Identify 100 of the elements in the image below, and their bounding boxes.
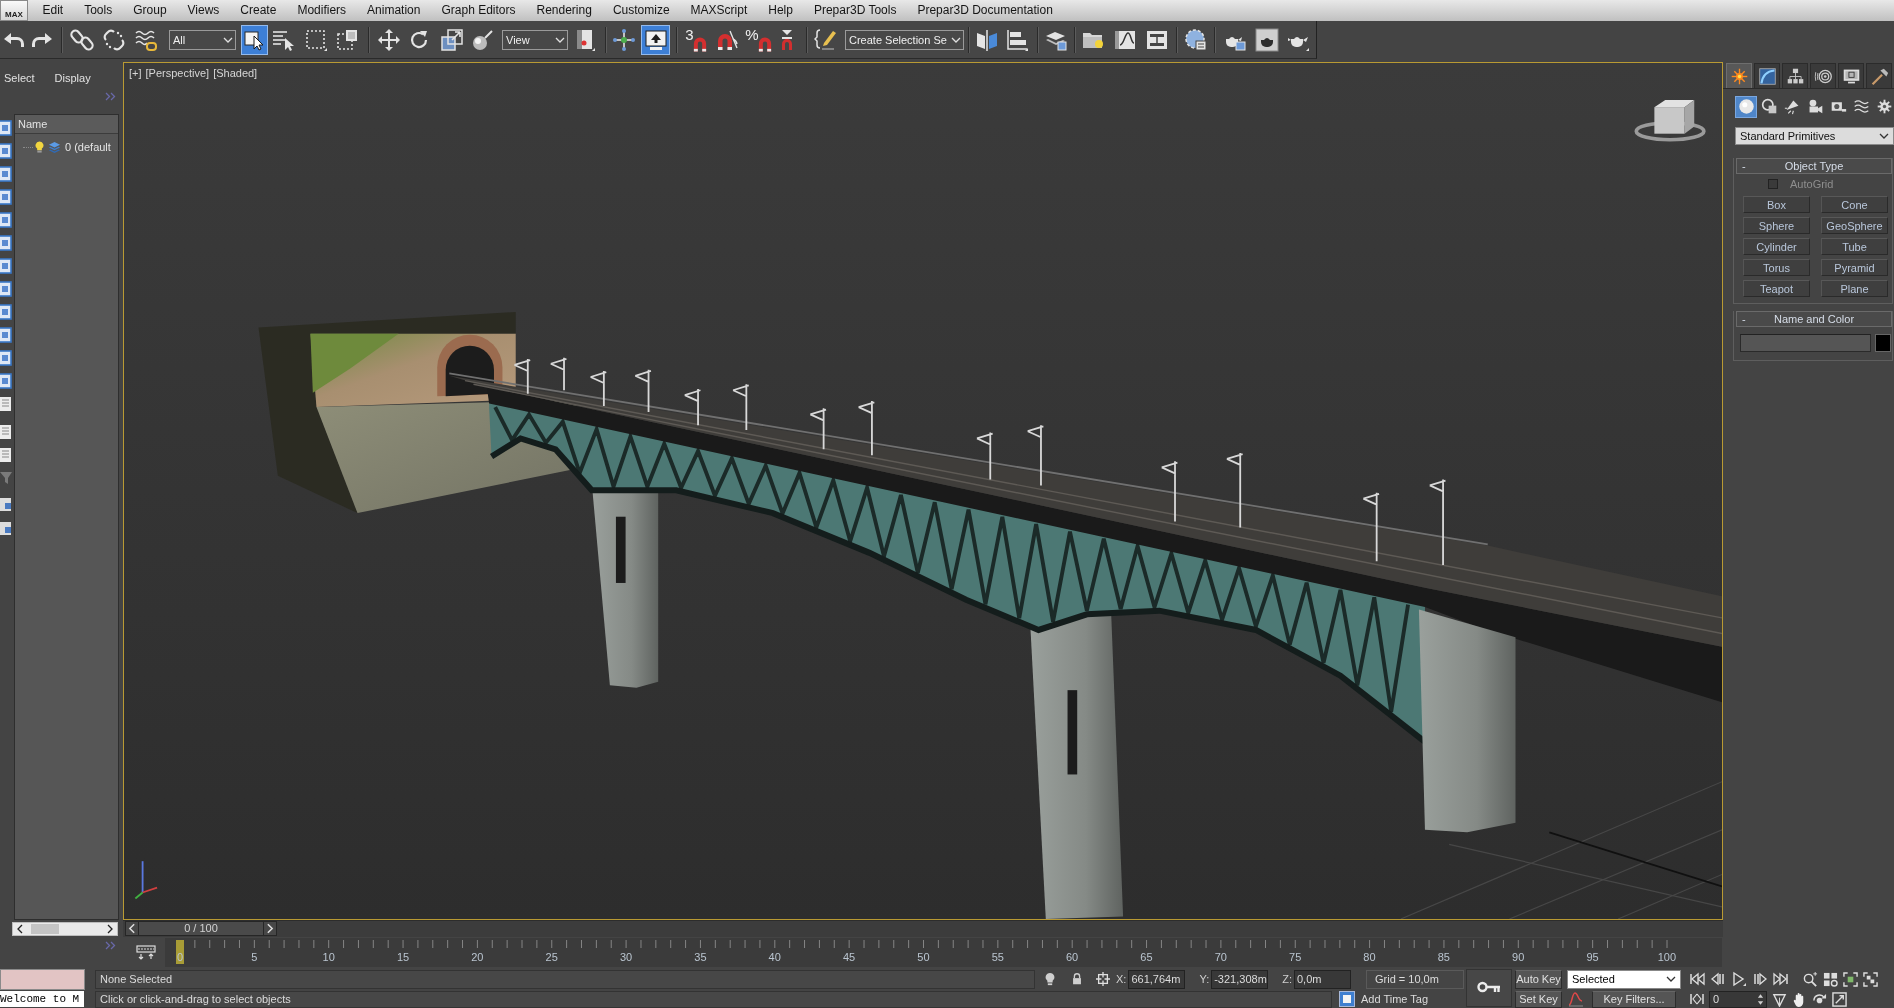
object-type-button[interactable]: GeoSphere — [1821, 217, 1888, 234]
menu-item[interactable]: Create — [229, 0, 287, 21]
time-slider-thumb[interactable]: 0 / 100 — [139, 921, 263, 936]
rollout-header[interactable]: - Object Type — [1736, 158, 1892, 174]
object-type-button[interactable]: Cylinder — [1743, 238, 1810, 255]
window-crossing-icon[interactable] — [336, 27, 360, 52]
command-panel-tab[interactable] — [1810, 63, 1836, 88]
select-object-button[interactable] — [241, 24, 268, 55]
object-type-button[interactable]: Cone — [1821, 196, 1888, 213]
menu-item[interactable]: Graph Editors — [430, 0, 526, 21]
table-icon[interactable] — [0, 521, 12, 537]
menu-item[interactable]: Views — [177, 0, 230, 21]
menu-item[interactable]: Rendering — [526, 0, 603, 21]
menu-item[interactable]: MAXScript — [680, 0, 758, 21]
skip-to-start-icon[interactable] — [1689, 971, 1705, 987]
teapot-frame-icon[interactable] — [1254, 27, 1279, 52]
add-time-tag-link[interactable]: Add Time Tag — [1361, 993, 1429, 1005]
time-slider[interactable]: 0 / 100 — [123, 920, 1723, 937]
field-of-view-icon[interactable] — [1772, 991, 1787, 1007]
crosshair-icon[interactable] — [1096, 972, 1110, 986]
listener-output[interactable]: Welcome to M — [0, 991, 84, 1007]
brace-pencil-icon[interactable] — [813, 27, 838, 52]
menu-item[interactable]: Prepar3D Documentation — [906, 0, 1064, 21]
document-icon[interactable] — [0, 396, 12, 412]
next-frame-icon[interactable] — [1752, 971, 1768, 987]
set-key-toggle[interactable] — [1466, 969, 1512, 1007]
color-swatch[interactable] — [1875, 334, 1891, 352]
sphere-pin-icon[interactable] — [471, 27, 495, 52]
previous-frame-icon[interactable] — [1710, 971, 1726, 987]
chevron-left-icon[interactable] — [125, 921, 139, 936]
menu-item[interactable]: Display — [54, 72, 91, 84]
viewport-label[interactable]: [Shaded] — [213, 67, 258, 79]
document-icon[interactable] — [0, 447, 12, 463]
object-type-button[interactable]: Box — [1743, 196, 1810, 213]
category-dropdown[interactable]: Standard Primitives — [1735, 127, 1894, 145]
key-mode-dropdown[interactable]: Selected — [1567, 969, 1681, 989]
horizontal-scrollbar[interactable] — [12, 921, 118, 936]
zoom-extents-icon[interactable] — [1843, 971, 1858, 987]
play-icon[interactable] — [1731, 971, 1747, 987]
scrollbar-thumb[interactable] — [31, 923, 59, 934]
category-button[interactable] — [1735, 95, 1757, 118]
zoom-icon[interactable] — [1803, 971, 1818, 987]
time-marker[interactable] — [176, 940, 184, 964]
lightbulb-icon[interactable] — [1043, 972, 1057, 986]
set-key-button[interactable]: Set Key — [1515, 990, 1562, 1008]
object-type-button[interactable]: Tube — [1821, 238, 1888, 255]
track-bar[interactable]: 0 5 10 15 20 25 30 35 40 45 50 55 60 65 70 75 80 85 90 95 100 — [165, 938, 1722, 967]
coordinate-field[interactable]: 0,0m — [1294, 969, 1351, 989]
skip-to-end-icon[interactable] — [1773, 971, 1789, 987]
viewport-label[interactable]: [+] — [129, 67, 142, 79]
command-panel-tab[interactable] — [1782, 63, 1808, 88]
key-mode-icon[interactable] — [1689, 991, 1705, 1007]
object-type-button[interactable]: Pyramid — [1821, 259, 1888, 276]
coordinate-field[interactable]: 661,764m — [1128, 969, 1186, 989]
menu-item[interactable]: Edit — [32, 0, 74, 21]
broken-chain-icon[interactable] — [101, 27, 126, 52]
chain-link-icon[interactable] — [70, 27, 94, 52]
reference-coordinate-dropdown[interactable]: View — [502, 29, 568, 50]
align-icon[interactable] — [1005, 27, 1029, 52]
table-icon[interactable] — [0, 497, 12, 513]
lightbulb-icon[interactable] — [35, 141, 44, 153]
lock-icon[interactable] — [1070, 972, 1084, 986]
menu-item[interactable]: Prepar3D Tools — [803, 0, 907, 21]
menu-item[interactable]: Tools — [73, 0, 123, 21]
manipulate-icon[interactable] — [611, 27, 636, 52]
chevron-right-icon[interactable] — [263, 921, 277, 936]
menu-item[interactable]: Group — [122, 0, 178, 21]
shortcut-override-button[interactable] — [641, 24, 670, 55]
rollout-header[interactable]: - Name and Color — [1736, 311, 1892, 327]
object-type-button[interactable]: Sphere — [1743, 217, 1810, 234]
coordinate-field[interactable]: -321,308m — [1211, 969, 1269, 989]
command-panel-tab[interactable] — [1866, 63, 1892, 88]
menu-item[interactable]: Modifiers — [286, 0, 357, 21]
chevron-right-icon[interactable] — [106, 923, 114, 934]
layer-name[interactable]: 0 (default — [65, 141, 111, 153]
chevron-left-icon[interactable] — [16, 923, 24, 934]
dashed-square-icon[interactable] — [304, 27, 328, 52]
tag-square-icon[interactable] — [1339, 991, 1355, 1007]
object-type-button[interactable]: Plane — [1821, 280, 1888, 297]
menu-item[interactable]: Animation — [356, 0, 431, 21]
column-header[interactable]: Name — [15, 115, 118, 134]
menu-item[interactable]: Customize — [602, 0, 681, 21]
maximize-icon[interactable] — [1832, 991, 1847, 1007]
zoom-all-icon[interactable] — [1823, 971, 1838, 987]
viewport[interactable]: [+] [Perspective] [Shaded] — [123, 62, 1723, 920]
panel-arrows-icon[interactable] — [136, 944, 156, 961]
menu-item[interactable]: Help — [757, 0, 804, 21]
mirror-icon[interactable] — [974, 27, 999, 52]
named-selection-dropdown[interactable]: Create Selection Se — [845, 29, 964, 50]
key-filters-button[interactable]: Key Filters... — [1592, 990, 1676, 1008]
spinner-arrows-icon[interactable] — [1757, 992, 1764, 1006]
object-type-button[interactable]: Torus — [1743, 259, 1810, 276]
percent-snap-button[interactable]: % — [745, 26, 772, 53]
zoom-extents-all-icon[interactable] — [1863, 971, 1878, 987]
scale-icon[interactable] — [439, 27, 464, 52]
view-cube-icon[interactable] — [1634, 100, 1706, 142]
selection-filter-dropdown[interactable]: All — [169, 29, 236, 50]
material-sphere-icon[interactable] — [1183, 27, 1208, 52]
move-arrows-icon[interactable] — [376, 27, 401, 52]
command-panel-tab[interactable] — [1754, 63, 1780, 88]
